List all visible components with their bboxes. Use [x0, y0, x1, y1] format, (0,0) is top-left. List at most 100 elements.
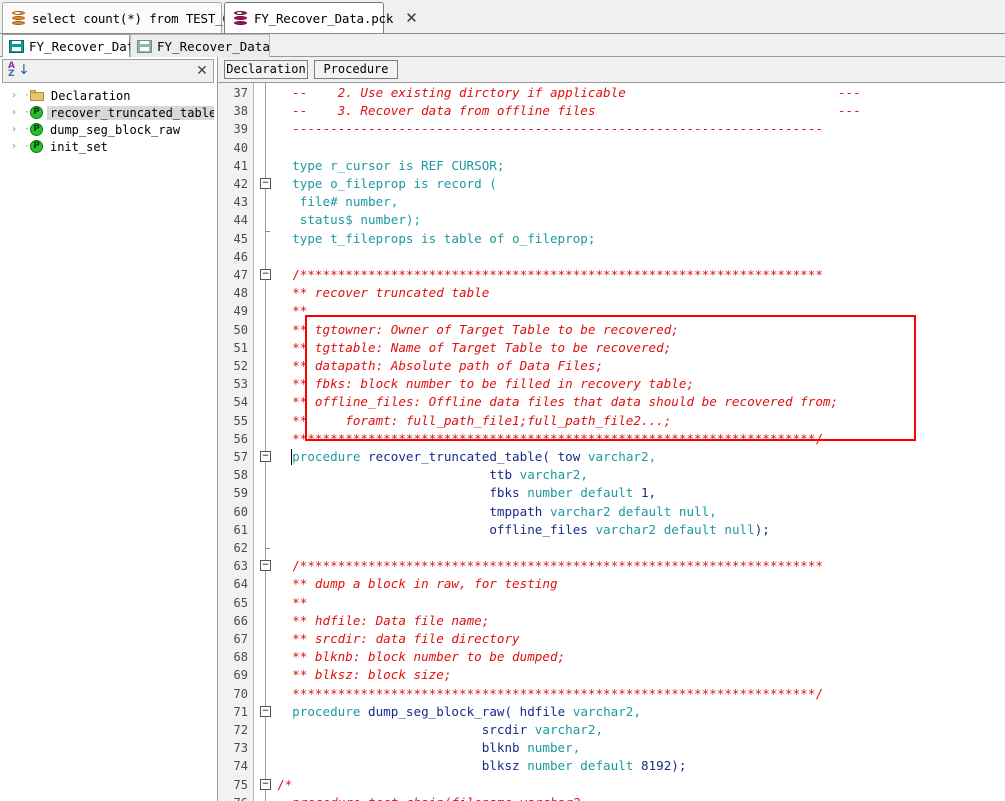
line-number: 52	[233, 359, 248, 373]
code-line: blknb number,	[277, 739, 581, 757]
code-token: tmppath	[489, 503, 550, 519]
package-spec-icon	[9, 39, 24, 53]
line-number: 45	[233, 231, 248, 246]
code-token: procedure test_chain(filename varchar2	[277, 795, 580, 801]
code-token: varchar2,	[587, 449, 657, 464]
code-line: **	[277, 302, 307, 320]
code-token: blknb	[481, 740, 528, 756]
filter-input[interactable]	[27, 61, 191, 81]
fold-toggle-icon[interactable]: −	[260, 705, 271, 717]
chevron-right-icon[interactable]: ›	[12, 141, 24, 152]
line-number: 61	[233, 522, 248, 537]
code-line: ** blknb: block number to be dumped;	[277, 648, 565, 666]
line-number: 64	[233, 577, 248, 592]
tree-item-declaration[interactable]: ›··Declaration	[2, 87, 214, 104]
subtab-label: FY_Recover_Data	[29, 38, 142, 54]
clear-filter-icon[interactable]: ✕	[191, 63, 213, 79]
code-token: dump a block in raw, for testing	[314, 576, 558, 592]
chevron-right-icon[interactable]: ›	[12, 124, 24, 135]
code-token: ----------------------------------------…	[277, 121, 823, 137]
code-token: varchar2,	[572, 703, 641, 719]
code-token: 1,	[640, 485, 657, 501]
code-line: ** datapath: Absolute path of Data Files…	[277, 357, 603, 375]
code-token: type r_cursor is REF CURSOR;	[277, 157, 505, 173]
code-token: );	[671, 758, 687, 774]
procedure-icon: P	[30, 140, 43, 153]
declaration-button[interactable]: Declaration	[224, 60, 308, 79]
line-number: 43	[233, 195, 248, 210]
line-number: 65	[233, 595, 248, 610]
procedure-button[interactable]: Procedure	[314, 60, 398, 79]
code-token: recover_truncated_table	[368, 449, 543, 464]
fold-toggle-icon[interactable]: −	[260, 778, 271, 790]
line-number-gutter: 37 38 39 40 41 42 43 44 45 46 47 48 49 50 51 52 53 54 55 56…	[218, 83, 254, 801]
tree-item-dump-seg-block-raw[interactable]: ›··Pdump_seg_block_raw	[2, 121, 214, 138]
source-editor[interactable]: 37 38 39 40 41 42 43 44 45 46 47 48 49 50 51 52 53 54 55 56…	[218, 83, 1005, 801]
fold-toggle-icon[interactable]: −	[260, 451, 271, 462]
fold-toggle-icon[interactable]: −	[260, 560, 271, 572]
subtab-package-body[interactable]: FY_Recover_Data	[130, 34, 270, 57]
code-token: **	[277, 285, 315, 301]
line-number: 56	[233, 431, 248, 446]
code-token: varchar2 default null	[595, 521, 755, 537]
sort-z-label: Z	[8, 69, 15, 79]
code-token: fbks: block number to be filled in recov…	[314, 376, 695, 392]
close-icon[interactable]: ✕	[405, 10, 418, 26]
line-number: 70	[233, 686, 248, 701]
code-token: blksz	[481, 758, 528, 774]
line-number: 54	[233, 395, 248, 410]
tree-item-label: init_set	[50, 139, 108, 154]
line-number: 74	[233, 759, 248, 774]
code-line: /***************************************…	[277, 266, 823, 284]
line-number: 37	[233, 86, 248, 100]
code-token: hdfile: Data file name;	[314, 612, 490, 628]
code-token: blksz: block size;	[314, 667, 452, 683]
code-line: status$ number);	[277, 211, 421, 229]
line-number: 69	[233, 668, 248, 683]
code-editor-panel: Declaration Procedure 37 38 39 40 41 42 43 44 45…	[218, 57, 1005, 801]
line-number: 46	[233, 249, 248, 264]
code-line: srcdir varchar2,	[277, 721, 603, 739]
line-number: 48	[233, 286, 248, 301]
tree-item-init-set[interactable]: ›··Pinit_set	[2, 138, 214, 155]
code-folding-column[interactable]: − − − − − −	[255, 83, 277, 801]
procedure-icon: P	[30, 123, 43, 136]
code-line: blksz number default 8192);	[277, 757, 687, 775]
code-token: **	[277, 649, 315, 665]
code-token: srcdir	[481, 722, 535, 737]
code-line: -- 2. Use existing dirctory if applicabl…	[277, 84, 861, 102]
code-token: 8192	[640, 758, 672, 774]
editor-tab-strip: select count(*) from TEST_OBJ; FY_Recove…	[0, 0, 1005, 34]
code-line: type t_fileprops is table of o_fileprop;	[277, 230, 595, 248]
tree-item-recover-truncated-table[interactable]: ›··Precover_truncated_table	[2, 104, 214, 121]
subtab-label: FY_Recover_Data	[157, 38, 270, 54]
code-token: **	[277, 667, 315, 683]
code-line: ** offline_files: Offline data files tha…	[277, 393, 838, 411]
fold-toggle-icon[interactable]: −	[260, 178, 271, 189]
code-text-area[interactable]: -- 2. Use existing dirctory if applicabl…	[277, 83, 1005, 801]
code-token: (	[504, 703, 520, 719]
sort-az-icon[interactable]: A Z ↓	[7, 62, 30, 80]
line-number: 38	[233, 104, 248, 119]
line-number: 42	[233, 177, 248, 191]
fold-end-tick	[265, 548, 270, 549]
code-token: /***************************************…	[277, 267, 823, 282]
code-line: ** hdfile: Data file name;	[277, 612, 489, 630]
chevron-right-icon[interactable]: ›	[12, 90, 24, 101]
code-line: type o_fileprop is record (	[277, 175, 497, 193]
line-number: 57	[233, 450, 248, 464]
chevron-right-icon[interactable]: ›	[12, 107, 24, 118]
tab-fy-recover-data-pck[interactable]: FY_Recover_Data.pck ✕	[224, 2, 418, 33]
procedure-icon: P	[30, 106, 43, 119]
tab-select-count[interactable]: select count(*) from TEST_OBJ;	[2, 2, 252, 33]
subtab-package-spec[interactable]: FY_Recover_Data	[2, 34, 142, 57]
code-line: ** recover truncated table	[277, 284, 489, 302]
code-token: **	[277, 394, 315, 410]
code-token: /***************************************…	[277, 558, 823, 574]
code-line: ** tgtowner: Owner of Target Table to be…	[277, 321, 679, 339]
code-line: ****************************************…	[277, 685, 823, 703]
fold-toggle-icon[interactable]: −	[260, 269, 271, 280]
line-number: 76	[218, 794, 248, 801]
